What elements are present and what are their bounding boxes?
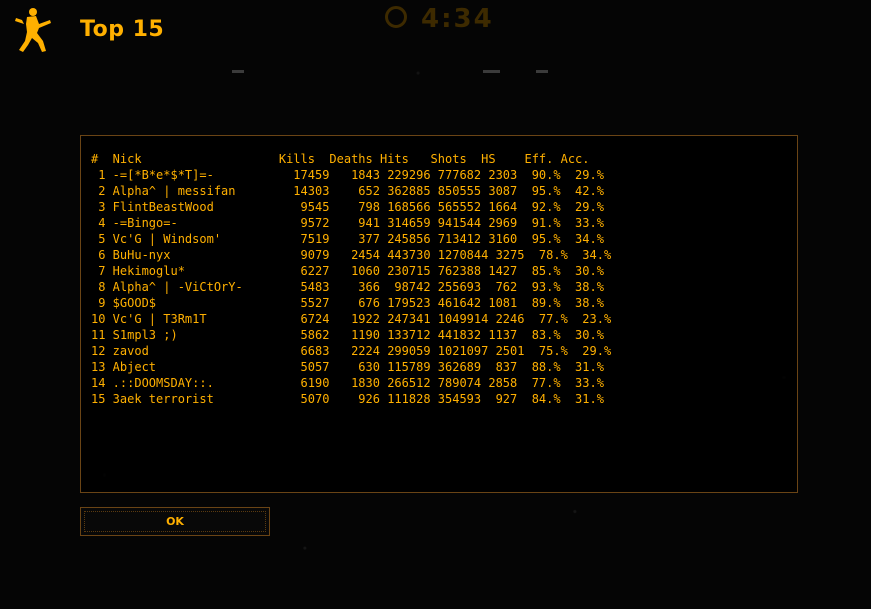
- table-header: # Nick Kills Deaths Hits Shots HS Eff. A…: [91, 152, 590, 166]
- game-screen: Top 15 4:34 # Nick Kills Deaths Hits Sho…: [0, 0, 871, 609]
- table-row: 10 Vc'G | T3Rm1T 6724 1922 247341 104991…: [91, 312, 612, 326]
- table-row: 2 Alpha^ | messifan 14303 652 362885 850…: [91, 184, 604, 198]
- table-row: 9 $GOOD$ 5527 676 179523 461642 1081 89.…: [91, 296, 604, 310]
- motd-panel: # Nick Kills Deaths Hits Shots HS Eff. A…: [80, 135, 798, 493]
- clock-icon: [385, 6, 407, 28]
- hud-divider-right: [536, 70, 548, 73]
- table-row: 11 S1mpl3 ;) 5862 1190 133712 441832 113…: [91, 328, 604, 342]
- round-timer-value: 4:34: [421, 4, 494, 34]
- table-row: 4 -=Bingo=- 9572 941 314659 941544 2969 …: [91, 216, 604, 230]
- round-timer: 4:34: [385, 4, 494, 34]
- table-row: 13 Abject 5057 630 115789 362689 837 88.…: [91, 360, 604, 374]
- counter-strike-logo-icon: [14, 6, 56, 54]
- hud-divider-middle: [483, 70, 500, 73]
- ok-button[interactable]: OK: [80, 507, 270, 536]
- table-row: 12 zavod 6683 2224 299059 1021097 2501 7…: [91, 344, 612, 358]
- table-row: 15 3aek terrorist 5070 926 111828 354593…: [91, 392, 604, 406]
- table-row: 1 -=[*B*e*$*T]=- 17459 1843 229296 77768…: [91, 168, 604, 182]
- table-row: 3 FlintBeastWood 9545 798 168566 565552 …: [91, 200, 604, 214]
- page-title: Top 15: [80, 17, 165, 42]
- table-row: 6 BuHu-nyx 9079 2454 443730 1270844 3275…: [91, 248, 612, 262]
- hud-divider-left: [232, 70, 244, 73]
- table-row: 5 Vc'G | Windsom' 7519 377 245856 713412…: [91, 232, 604, 246]
- top15-stats-table: # Nick Kills Deaths Hits Shots HS Eff. A…: [91, 151, 611, 407]
- table-row: 8 Alpha^ | -ViCtOrY- 5483 366 98742 2556…: [91, 280, 604, 294]
- ok-button-label: OK: [84, 511, 266, 532]
- table-row: 7 Hekimoglu* 6227 1060 230715 762388 142…: [91, 264, 604, 278]
- table-row: 14 .::DOOMSDAY::. 6190 1830 266512 78907…: [91, 376, 604, 390]
